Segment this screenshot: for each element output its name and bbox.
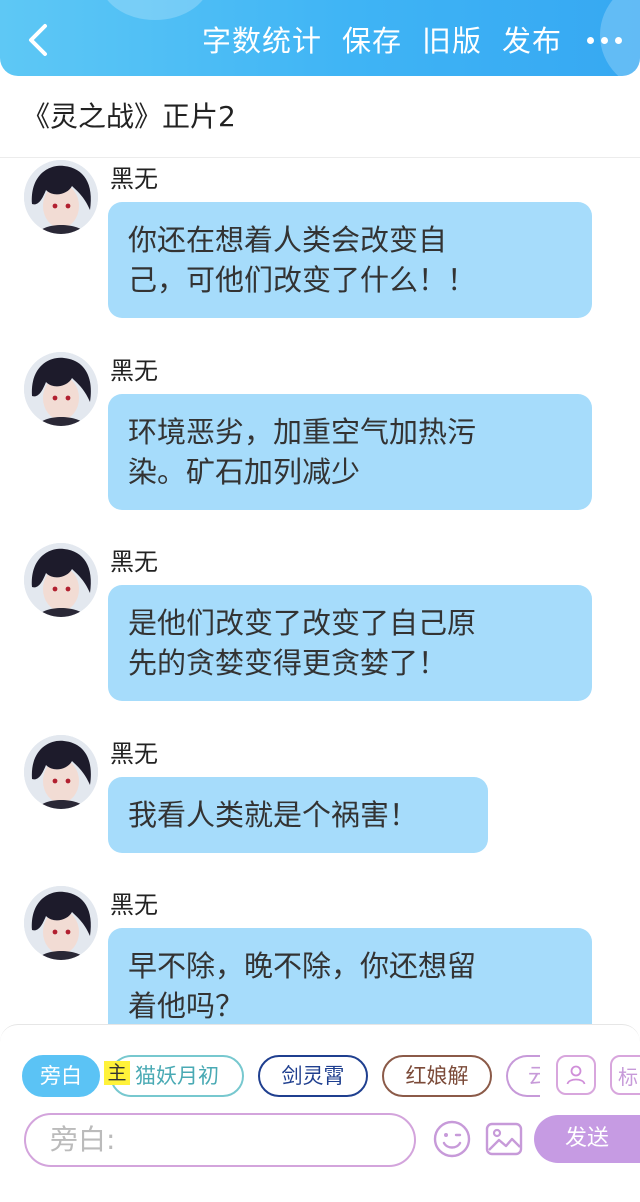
- sender-name: 黑无: [110, 548, 158, 576]
- add-character-button[interactable]: [556, 1055, 596, 1095]
- character-avatar-image: [24, 160, 98, 234]
- top-bar: 字数统计 保存 旧版 发布: [0, 0, 640, 76]
- composer-panel: 旁白 猫妖月初 主 剑灵霄 红娘解 云 标 旁白: 发送: [0, 1024, 640, 1202]
- message-line: 是他们改变了改变了自己原: [128, 606, 477, 640]
- message-line: 先的贪婪变得更贪婪了！: [128, 646, 448, 680]
- message-line: 着他吗？: [128, 989, 245, 1023]
- more-button[interactable]: [582, 26, 626, 54]
- person-icon: [566, 1065, 586, 1085]
- avatar[interactable]: [24, 735, 98, 809]
- message-input[interactable]: 旁白:: [24, 1113, 416, 1167]
- message-line: 早不除，晚不除，你还想留: [128, 949, 477, 983]
- message-bubble[interactable]: 我看人类就是个祸害！: [108, 777, 488, 853]
- avatar[interactable]: [24, 543, 98, 617]
- send-button[interactable]: 发送: [534, 1115, 640, 1163]
- message-bubble[interactable]: 你还在想着人类会改变自 己，可他们改变了什么！！: [108, 202, 592, 318]
- character-chip-cloud[interactable]: 云: [506, 1055, 540, 1097]
- character-chip-red[interactable]: 红娘解: [382, 1055, 492, 1097]
- sender-name: 黑无: [110, 165, 158, 193]
- message-line: 我看人类就是个祸害！: [128, 798, 419, 832]
- back-arrow-icon: [29, 24, 47, 56]
- image-button[interactable]: [484, 1119, 524, 1159]
- message-line: 己，可他们改变了什么！！: [128, 263, 477, 297]
- more-dots-icon: [600, 36, 608, 44]
- main-character-badge: 主: [104, 1061, 130, 1085]
- message-line: 你还在想着人类会改变自: [128, 223, 448, 257]
- image-icon: [485, 1122, 523, 1156]
- sender-name: 黑无: [110, 891, 158, 919]
- message-bubble[interactable]: 是他们改变了改变了自己原 先的贪婪变得更贪婪了！: [108, 585, 592, 701]
- message-bubble[interactable]: 环境恶劣，加重空气加热污 染。矿石加列减少: [108, 394, 592, 510]
- avatar[interactable]: [24, 886, 98, 960]
- emoji-button[interactable]: [432, 1119, 472, 1159]
- character-chip-narrator[interactable]: 旁白: [22, 1055, 100, 1097]
- character-avatar-image: [24, 735, 98, 809]
- publish-button[interactable]: 发布: [502, 22, 562, 60]
- message-line: 环境恶劣，加重空气加热污: [128, 415, 477, 449]
- word-count-button[interactable]: 字数统计: [202, 22, 322, 60]
- message-line: 染。矿石加列减少: [128, 455, 361, 489]
- back-button[interactable]: [20, 20, 56, 60]
- header-actions: 字数统计 保存 旧版 发布: [202, 22, 562, 60]
- chapter-title-row: 《灵之战》正片2: [0, 76, 640, 158]
- character-avatar-image: [24, 543, 98, 617]
- character-avatar-image: [24, 886, 98, 960]
- more-dots-icon: [614, 36, 622, 44]
- sender-name: 黑无: [110, 357, 158, 385]
- chapter-title[interactable]: 《灵之战》正片2: [22, 98, 236, 136]
- save-button[interactable]: 保存: [342, 22, 402, 60]
- emoji-icon: [433, 1120, 471, 1158]
- decor-circle: [100, 0, 210, 20]
- avatar[interactable]: [24, 352, 98, 426]
- more-dots-icon: [586, 36, 594, 44]
- character-chip-sword[interactable]: 剑灵霄: [258, 1055, 368, 1097]
- character-chip-cat[interactable]: 猫妖月初: [110, 1055, 244, 1097]
- character-avatar-image: [24, 352, 98, 426]
- avatar[interactable]: [24, 160, 98, 234]
- sender-name: 黑无: [110, 740, 158, 768]
- old-version-button[interactable]: 旧版: [422, 22, 482, 60]
- tag-button[interactable]: 标: [610, 1055, 640, 1095]
